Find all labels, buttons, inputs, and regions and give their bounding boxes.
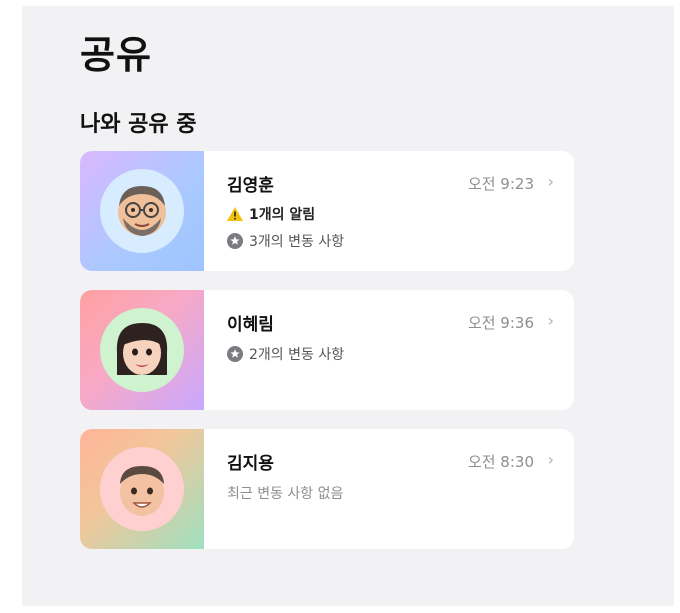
memoji-man-smile-icon — [120, 466, 164, 516]
changes-count: 2개의 변동 사항 — [249, 347, 345, 363]
shared-person-card-3[interactable]: 김지용 오전 8:30 › 최근 변동 사항 없음 — [80, 429, 574, 549]
last-updated-time: 오전 9:23 — [467, 175, 534, 193]
section-title: 나와 공유 중 — [80, 112, 197, 137]
status-row: 최근 변동 사항 없음 — [227, 483, 343, 503]
changes-row: 3개의 변동 사항 — [227, 231, 344, 251]
avatar — [100, 169, 184, 253]
last-updated-time: 오전 8:30 — [467, 453, 534, 471]
memoji-man-glasses-icon — [118, 186, 166, 236]
person-name: 김지용 — [227, 454, 274, 474]
last-updated-time: 오전 9:36 — [467, 314, 534, 332]
no-recent-changes-text: 최근 변동 사항 없음 — [227, 486, 344, 502]
avatar-background — [80, 290, 204, 410]
chevron-right-icon: › — [547, 311, 554, 330]
person-name: 김영훈 — [227, 176, 274, 196]
shared-person-card-2[interactable]: 이혜림 오전 9:36 › 2개의 변동 사항 — [80, 290, 574, 410]
changes-row: 2개의 변동 사항 — [227, 344, 344, 364]
avatar — [100, 447, 184, 531]
changes-count: 3개의 변동 사항 — [249, 234, 345, 250]
memoji-woman-icon — [116, 323, 168, 375]
circle-star-icon — [227, 346, 243, 362]
person-name: 이혜림 — [227, 315, 274, 335]
avatar-background — [80, 429, 204, 549]
chevron-right-icon: › — [547, 450, 554, 469]
warning-triangle-icon — [227, 207, 243, 221]
alert-row: 1개의 알림 — [227, 204, 315, 224]
shared-person-card-1[interactable]: 김영훈 오전 9:23 › 1개의 알림 3개의 변동 사항 — [80, 151, 574, 271]
avatar-background — [80, 151, 204, 271]
chevron-right-icon: › — [547, 172, 554, 191]
avatar — [100, 308, 184, 392]
alert-count: 1개의 알림 — [249, 207, 316, 223]
page-title: 공유 — [80, 33, 152, 77]
circle-star-icon — [227, 233, 243, 249]
